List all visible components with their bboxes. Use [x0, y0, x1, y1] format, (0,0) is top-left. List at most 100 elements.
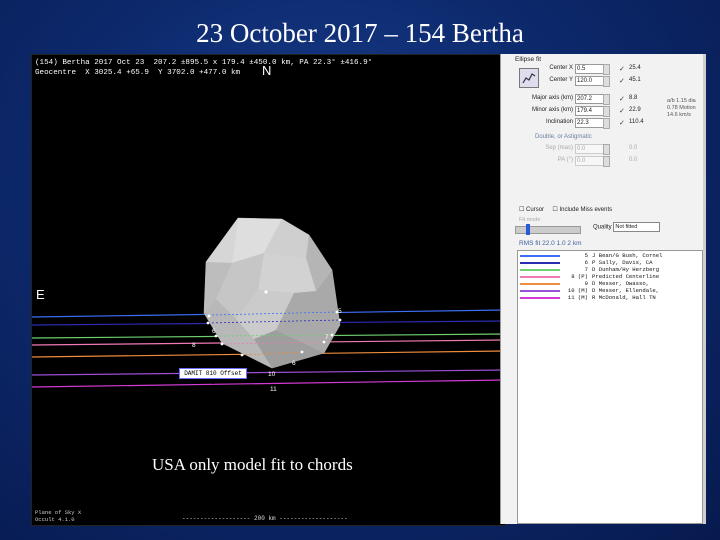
- legend-number: 10 (M): [567, 287, 588, 294]
- legend-observer: R McDonald, Hall TN: [592, 294, 656, 301]
- minor-axis-field[interactable]: 179.4: [575, 106, 604, 116]
- legend-observer: D Messer, Owasso,: [592, 280, 650, 287]
- major-axis-checkbox[interactable]: ✓: [619, 95, 625, 103]
- inclination-spinner[interactable]: [603, 118, 610, 129]
- double-pa-field[interactable]: 0.0: [575, 156, 604, 166]
- chord-label: 7: [325, 334, 329, 341]
- fit-control-panel: Ellipse fit Center X 0.5 ✓ 25.4 Center Y…: [500, 54, 704, 524]
- quality-dropdown[interactable]: Not fitted: [613, 222, 661, 232]
- legend-number: 7: [584, 266, 588, 273]
- fit-summary: RMS fit 22.0 1.0 2 km: [519, 240, 582, 247]
- minor-axis-result: 22.9: [629, 107, 641, 113]
- minor-axis-spinner[interactable]: [603, 106, 610, 117]
- chord-marker: [207, 314, 211, 318]
- legend-observer: J Bean/G Bush, Cornel: [592, 252, 663, 259]
- chord-marker: [220, 342, 224, 346]
- center-y-result: 45.1: [629, 77, 641, 83]
- double-sep-field[interactable]: 0.0: [575, 144, 604, 154]
- minor-axis-label: Minor axis (km): [531, 107, 573, 113]
- chord-marker: [322, 340, 326, 344]
- chord-marker: [240, 353, 244, 357]
- center-marker: [264, 290, 268, 294]
- double-sep-label: Sep (mas): [545, 145, 573, 151]
- chord-label: 10: [268, 371, 276, 378]
- double-star-heading[interactable]: Double, or Astigmatic: [535, 134, 592, 140]
- center-x-spinner[interactable]: [603, 64, 610, 75]
- fit-mode-slider[interactable]: [515, 224, 581, 235]
- fit-side-note: a/b 1.15 dia 0.78 Motion 14.6 km/s: [667, 98, 696, 118]
- center-x-label: Center X: [549, 65, 573, 71]
- center-x-field[interactable]: 0.5: [575, 64, 604, 74]
- chord-label: 6: [292, 360, 296, 367]
- fit-mode-label: Fit mode: [519, 217, 541, 223]
- asteroid-shape-model: [203, 217, 341, 369]
- slider-knob[interactable]: [526, 224, 530, 235]
- inclination-row: Inclination 22.3 ✓ 110.4: [501, 118, 704, 129]
- minor-axis-checkbox[interactable]: ✓: [619, 107, 625, 115]
- center-y-field[interactable]: 120.0: [575, 76, 604, 86]
- legend-number: 11 (M): [567, 294, 588, 301]
- inclination-field[interactable]: 22.3: [575, 118, 604, 128]
- legend-swatch: [520, 283, 560, 285]
- quality-label: Quality: [593, 224, 612, 231]
- center-y-spinner[interactable]: [603, 76, 610, 87]
- double-sep-result: 0.0: [629, 145, 638, 151]
- legend-swatch: [520, 290, 560, 292]
- center-y-label: Center Y: [549, 77, 573, 83]
- plot-footer: Plane of Sky X Occult 4.1.0: [35, 509, 81, 523]
- legend-observer: P Sally, Davis, CA: [592, 259, 653, 266]
- legend-row[interactable]: 11 (M) R McDonald, Hall TN: [518, 294, 702, 301]
- center-x-result: 25.4: [629, 65, 641, 71]
- chord-marker: [338, 318, 342, 322]
- footer-line-2: Occult 4.1.0: [35, 516, 75, 523]
- panel-scrollbar[interactable]: [703, 54, 706, 524]
- center-x-checkbox[interactable]: ✓: [619, 65, 625, 73]
- scale-bar: ------------------- 200 km -------------…: [182, 515, 348, 522]
- cursor-checkbox[interactable]: ☐: [519, 207, 526, 213]
- chord-marker: [206, 321, 210, 325]
- observer-legend: 5 J Bean/G Bush, Cornel 6 P Sally, Davis…: [517, 250, 703, 524]
- double-pa-label: PA (°): [557, 157, 573, 163]
- double-pa-spinner[interactable]: [603, 156, 610, 167]
- legend-observer: Predicted Centerline: [592, 273, 660, 280]
- chord-label: 8: [192, 342, 196, 349]
- legend-number: 8 (P): [571, 273, 588, 280]
- major-axis-result: 8.8: [629, 95, 638, 101]
- occult-plot: (154) Bertha 2017 Oct 23 207.2 ±895.5 x …: [31, 54, 506, 526]
- legend-swatch: [520, 297, 560, 299]
- legend-number: 6: [584, 259, 588, 266]
- double-pa-row: PA (°) 0.0 0.0: [501, 156, 704, 167]
- major-axis-spinner[interactable]: [603, 94, 610, 105]
- inclination-result: 110.4: [629, 119, 644, 125]
- legend-number: 5: [584, 252, 588, 259]
- chord-marker: [330, 333, 334, 337]
- options-row: ☐ Cursor ☐ Include Miss events: [519, 206, 612, 213]
- slide-caption: USA only model fit to chords: [152, 455, 353, 474]
- double-pa-result: 0.0: [629, 157, 638, 163]
- legend-swatch: [520, 269, 560, 271]
- double-sep-row: Sep (mas) 0.0 0.0: [501, 144, 704, 155]
- chord-label: 6: [212, 328, 216, 335]
- legend-swatch: [520, 262, 560, 264]
- cursor-option-label: Cursor: [526, 207, 545, 213]
- ellipse-fit-section-title: Ellipse fit: [515, 56, 542, 63]
- chord-marker: [300, 350, 304, 354]
- center-y-checkbox[interactable]: ✓: [619, 77, 625, 85]
- inclination-label: Inclination: [545, 119, 573, 125]
- inclination-checkbox[interactable]: ✓: [619, 119, 625, 127]
- slide-title: 23 October 2017 – 154 Bertha: [196, 18, 524, 48]
- legend-swatch: [520, 255, 560, 257]
- include-miss-label: Include Miss events: [559, 207, 613, 213]
- legend-observer: D Messer, Ellendale,: [592, 287, 660, 294]
- legend-swatch: [520, 276, 560, 278]
- major-axis-field[interactable]: 207.2: [575, 94, 604, 104]
- footer-line-1: Plane of Sky X: [35, 509, 82, 516]
- double-sep-spinner[interactable]: [603, 144, 610, 155]
- center-x-row: Center X 0.5 ✓ 25.4: [501, 64, 704, 75]
- legend-number: 9: [584, 280, 588, 287]
- chord-label: 5: [338, 308, 342, 315]
- major-axis-label: Major axis (km): [531, 95, 573, 101]
- center-y-row: Center Y 120.0 ✓ 45.1: [501, 76, 704, 87]
- offset-label: DAMIT 810 Offset -0°: [179, 368, 247, 386]
- chord-marker: [214, 334, 218, 338]
